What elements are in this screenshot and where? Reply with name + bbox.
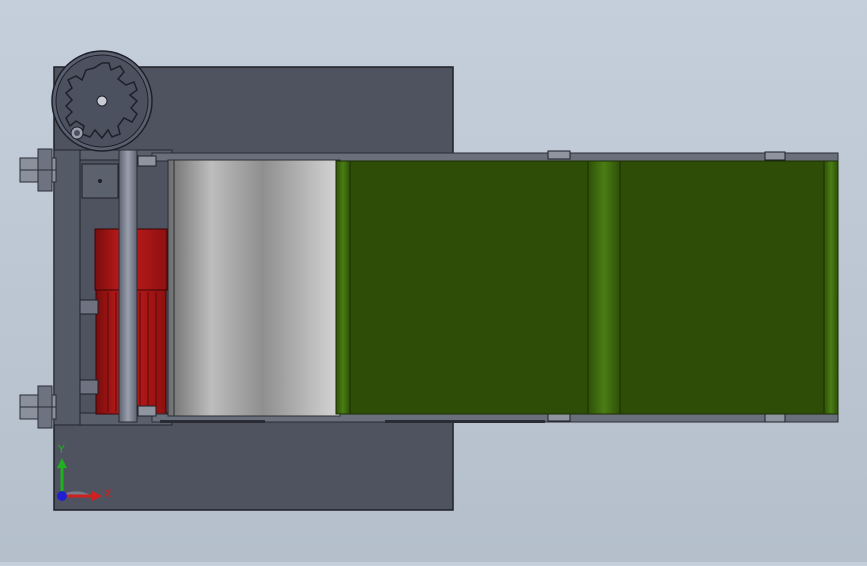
bearing-block	[81, 163, 119, 199]
mounting-bracket-bottom	[19, 385, 57, 429]
triad-y-label: Y	[58, 443, 65, 456]
conveyor-belt	[335, 160, 839, 415]
mounting-bracket-top	[19, 148, 57, 192]
pulley-wheel	[51, 50, 153, 152]
conveyor-model-view[interactable]	[0, 0, 867, 562]
drive-shaft	[118, 149, 138, 423]
head-drum	[167, 159, 341, 417]
triad-x-label: X	[104, 487, 112, 500]
cad-viewport[interactable]: Y X	[0, 0, 867, 562]
